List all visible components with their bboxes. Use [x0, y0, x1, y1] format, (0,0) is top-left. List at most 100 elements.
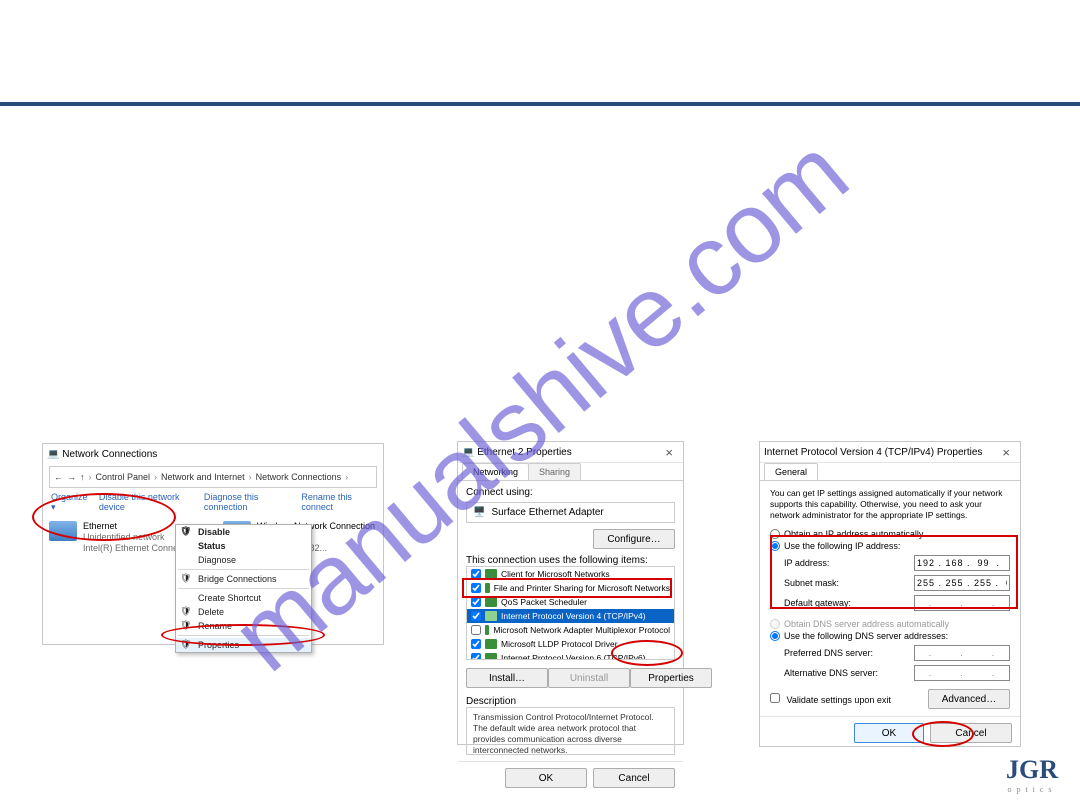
- item-label: QoS Packet Scheduler: [501, 596, 587, 608]
- close-button[interactable]: ×: [996, 445, 1016, 460]
- radio-label: Use the following IP address:: [784, 541, 900, 551]
- menu-properties[interactable]: Properties: [176, 638, 311, 652]
- nav-fwd-icon[interactable]: →: [67, 472, 76, 482]
- list-item: QoS Packet Scheduler: [467, 595, 674, 609]
- validate-checkbox[interactable]: [770, 693, 780, 703]
- items-list[interactable]: Client for Microsoft Networks File and P…: [466, 566, 675, 660]
- list-item: Client for Microsoft Networks: [467, 567, 674, 581]
- list-item: File and Printer Sharing for Microsoft N…: [467, 581, 674, 595]
- configure-button[interactable]: Configure…: [593, 529, 675, 549]
- list-item-selected: Internet Protocol Version 4 (TCP/IPv4): [467, 609, 674, 623]
- item-check[interactable]: [471, 639, 481, 649]
- tab-networking[interactable]: Networking: [462, 463, 529, 480]
- advanced-button[interactable]: Advanced…: [928, 689, 1010, 709]
- titlebar: 💻 Network Connections: [43, 444, 383, 464]
- rename-link[interactable]: Rename this connect: [301, 492, 375, 513]
- adapter-name: Surface Ethernet Adapter: [491, 507, 603, 518]
- ok-button[interactable]: OK: [505, 768, 587, 788]
- nav-up-icon[interactable]: ↑: [80, 472, 85, 482]
- radio-input[interactable]: [770, 529, 780, 539]
- titlebar: 💻 Ethernet 2 Properties ×: [458, 442, 683, 463]
- item-label: File and Printer Sharing for Microsoft N…: [494, 582, 670, 594]
- ip-address-input[interactable]: [914, 555, 1010, 571]
- properties-button[interactable]: Properties: [630, 668, 712, 688]
- tab-general[interactable]: General: [764, 463, 818, 480]
- radio-label: Obtain an IP address automatically: [784, 529, 923, 539]
- radio-ip-manual[interactable]: Use the following IP address:: [770, 541, 1010, 551]
- preferred-dns-input[interactable]: [914, 645, 1010, 661]
- cancel-button[interactable]: Cancel: [593, 768, 675, 788]
- menu-sep: [178, 588, 309, 589]
- list-item: Microsoft LLDP Protocol Driver: [467, 637, 674, 651]
- breadcrumb[interactable]: ← → ↑ › Control Panel › Network and Inte…: [49, 466, 377, 488]
- component-icon: [485, 653, 497, 660]
- cancel-button[interactable]: Cancel: [930, 723, 1012, 743]
- description-heading: Description: [466, 696, 675, 707]
- item-check[interactable]: [471, 653, 481, 660]
- list-item: Internet Protocol Version 6 (TCP/IPv6): [467, 651, 674, 660]
- item-label: Internet Protocol Version 6 (TCP/IPv6): [501, 652, 646, 660]
- radio-input[interactable]: [770, 631, 780, 641]
- window-title: Ethernet 2 Properties: [477, 447, 572, 458]
- ethernet-properties-window: 💻 Ethernet 2 Properties × Networking Sha…: [457, 441, 684, 745]
- radio-label: Use the following DNS server addresses:: [784, 631, 948, 641]
- organize-menu[interactable]: Organize ▾: [51, 492, 89, 513]
- item-check[interactable]: [471, 583, 481, 593]
- menu-sep: [178, 635, 309, 636]
- subnet-mask-input[interactable]: [914, 575, 1010, 591]
- menu-status[interactable]: Status: [176, 539, 311, 553]
- menu-diagnose[interactable]: Diagnose: [176, 553, 311, 567]
- install-button[interactable]: Install…: [466, 668, 548, 688]
- menu-sep: [178, 569, 309, 570]
- label-adns: Alternative DNS server:: [784, 668, 914, 678]
- item-label: Internet Protocol Version 4 (TCP/IPv4): [501, 610, 646, 622]
- crumb[interactable]: Network and Internet: [161, 472, 245, 482]
- nav-back-icon[interactable]: ←: [54, 472, 63, 482]
- connection-icon: 💻: [462, 447, 474, 458]
- page-divider: [0, 102, 1080, 106]
- adapter-field: 🖥️ Surface Ethernet Adapter: [466, 502, 675, 523]
- diagnose-link[interactable]: Diagnose this connection: [204, 492, 292, 513]
- menu-rename[interactable]: Rename: [176, 619, 311, 633]
- component-icon: [485, 611, 497, 621]
- component-icon: [485, 569, 497, 579]
- list-item: Microsoft Network Adapter Multiplexor Pr…: [467, 623, 674, 637]
- radio-dns-manual[interactable]: Use the following DNS server addresses:: [770, 631, 1010, 641]
- item-check[interactable]: [471, 611, 481, 621]
- items-label: This connection uses the following items…: [466, 555, 675, 566]
- ipv4-properties-window: Internet Protocol Version 4 (TCP/IPv4) P…: [759, 441, 1021, 747]
- item-check[interactable]: [471, 625, 481, 635]
- adapter-icon: 🖥️: [473, 507, 485, 518]
- description-text: Transmission Control Protocol/Internet P…: [466, 707, 675, 755]
- component-icon: [485, 639, 497, 649]
- crumb[interactable]: Network Connections: [256, 472, 342, 482]
- info-text: You can get IP settings assigned automat…: [770, 488, 1010, 521]
- validate-checkbox-row[interactable]: Validate settings upon exit: [770, 693, 891, 705]
- menu-shortcut[interactable]: Create Shortcut: [176, 591, 311, 605]
- item-check[interactable]: [471, 569, 481, 579]
- logo-main: JGR: [1006, 760, 1058, 780]
- close-button[interactable]: ×: [659, 445, 679, 460]
- tabstrip: Networking Sharing: [458, 463, 683, 481]
- menu-disable[interactable]: Disable: [176, 525, 311, 539]
- window-title: Network Connections: [62, 449, 157, 460]
- menu-delete[interactable]: Delete: [176, 605, 311, 619]
- context-menu: Disable Status Diagnose Bridge Connectio…: [175, 524, 312, 653]
- label-ip: IP address:: [784, 558, 914, 568]
- ethernet-icon: [49, 521, 77, 541]
- item-label: Microsoft Network Adapter Multiplexor Pr…: [493, 624, 670, 636]
- logo-sub: optics: [1006, 780, 1058, 800]
- validate-label: Validate settings upon exit: [787, 695, 891, 705]
- menu-bridge[interactable]: Bridge Connections: [176, 572, 311, 586]
- radio-input[interactable]: [770, 541, 780, 551]
- item-check[interactable]: [471, 597, 481, 607]
- ok-button[interactable]: OK: [854, 723, 924, 743]
- tab-sharing[interactable]: Sharing: [528, 463, 581, 480]
- alternative-dns-input[interactable]: [914, 665, 1010, 681]
- label-pdns: Preferred DNS server:: [784, 648, 914, 658]
- label-gateway: Default gateway:: [784, 598, 914, 608]
- disable-device-link[interactable]: Disable this network device: [99, 492, 194, 513]
- crumb[interactable]: Control Panel: [96, 472, 151, 482]
- radio-ip-auto[interactable]: Obtain an IP address automatically: [770, 529, 1010, 539]
- gateway-input[interactable]: [914, 595, 1010, 611]
